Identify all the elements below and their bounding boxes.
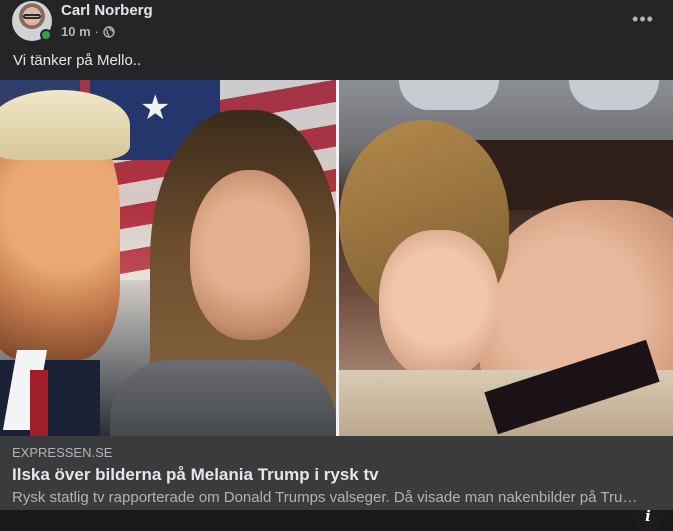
post-timestamp[interactable]: 10 m <box>61 24 91 39</box>
more-options-button[interactable]: ••• <box>626 6 660 32</box>
cabin-window <box>569 80 659 110</box>
link-title[interactable]: Ilska över bilderna på Melania Trump i r… <box>12 465 379 485</box>
post-text: Vi tänker på Mello.. <box>13 52 142 69</box>
online-status-icon <box>40 29 52 41</box>
link-description: Rysk statlig tv rapporterade om Donald T… <box>12 489 647 506</box>
woman-coat <box>110 360 336 436</box>
man-hair <box>0 90 130 160</box>
star-icon: ★ <box>140 89 171 127</box>
meta-separator: · <box>94 24 99 39</box>
avatar-glasses <box>23 14 41 19</box>
avatar[interactable] <box>12 1 52 41</box>
image-right-photo <box>339 80 673 436</box>
woman-face <box>190 170 310 340</box>
man-tie <box>30 370 48 436</box>
link-preview[interactable]: EXPRESSEN.SE Ilska över bilderna på Mela… <box>0 436 673 510</box>
facebook-post: Carl Norberg 10 m · ••• Vi tänker på Mel… <box>0 0 673 531</box>
post-image[interactable]: ★ i <box>0 80 673 531</box>
cabin-window <box>399 80 499 110</box>
image-left-couple: ★ <box>0 80 336 436</box>
author-name[interactable]: Carl Norberg <box>61 2 153 19</box>
post-header: Carl Norberg 10 m · ••• <box>0 0 673 44</box>
globe-icon[interactable] <box>103 25 115 38</box>
figure-face <box>379 230 499 380</box>
link-domain: EXPRESSEN.SE <box>12 445 113 460</box>
post-meta: 10 m · <box>61 24 115 39</box>
